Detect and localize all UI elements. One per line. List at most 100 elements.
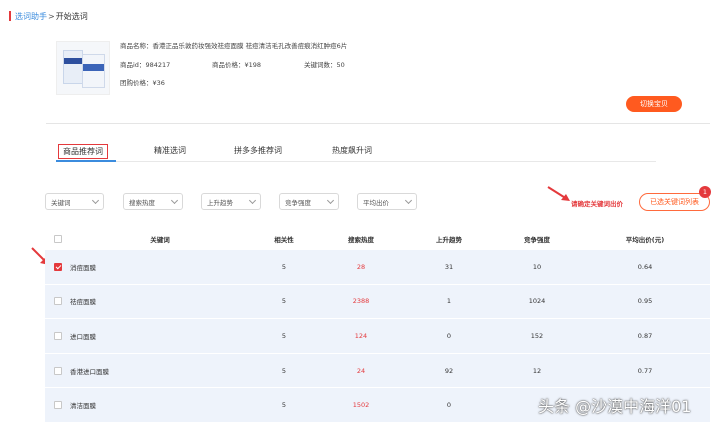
row-trend: 0 [446, 331, 452, 340]
product-package-image [63, 50, 83, 84]
header-trend: 上升趋势 [436, 236, 462, 244]
chevron-down-icon [170, 196, 179, 204]
breadcrumb: 选词助手 > 开始选词 [9, 10, 88, 22]
tab-pinduoduo-recommended[interactable]: 拼多多推荐词 [234, 145, 282, 156]
table-row[interactable]: 进口面膜 5 124 0 152 0.87 [45, 319, 710, 354]
header-avg-bid: 平均出价(元) [625, 236, 665, 244]
product-package-image-2 [82, 54, 105, 88]
row-keyword: 消痘面膜 [70, 263, 96, 272]
header-keyword: 关键词 [150, 236, 170, 244]
switch-product-button[interactable]: 切换宝贝 [626, 96, 682, 112]
group-price: ¥36 [152, 79, 165, 87]
row-check-cell [54, 319, 64, 353]
header-relevance: 相关性 [274, 236, 294, 244]
filter-keyword-dropdown[interactable]: 关键词 [45, 193, 104, 210]
package-band [64, 58, 82, 64]
product-price: 商品价格：¥198 [212, 60, 304, 69]
product-id-value: 984217 [145, 60, 171, 69]
row-search-heat: 24 [356, 366, 366, 375]
breadcrumb-separator: > [48, 11, 55, 21]
breadcrumb-marker [9, 11, 11, 21]
header-competition: 竞争强度 [524, 236, 550, 244]
filter-competition-label: 竞争强度 [285, 198, 311, 207]
divider [46, 123, 710, 124]
row-checkbox[interactable] [54, 401, 62, 410]
row-search-heat: 2388 [352, 297, 370, 306]
tab-active-underline [56, 160, 116, 162]
row-keyword: 清洁面膜 [70, 402, 96, 411]
chevron-down-icon [326, 196, 335, 204]
row-checkbox[interactable] [54, 262, 62, 271]
row-competition: 1024 [528, 297, 546, 306]
filter-keyword-label: 关键词 [51, 198, 71, 207]
product-price-value: ¥198 [244, 60, 262, 69]
tab-trending[interactable]: 热度飙升词 [332, 145, 372, 156]
selected-count-badge: 1 [699, 186, 711, 198]
row-keyword: 祛痘面膜 [70, 298, 96, 307]
row-check-cell [54, 285, 64, 319]
header-search-heat: 搜索热度 [348, 236, 374, 244]
product-id-label: 商品id： [120, 60, 146, 69]
table-header: 关键词 相关性 搜索热度 上升趋势 竞争强度 平均出价(元) [45, 228, 710, 250]
row-trend: 0 [446, 401, 452, 410]
tab-baseline [56, 161, 656, 162]
table-row[interactable]: 祛痘面膜 5 2388 1 1024 0.95 [45, 284, 710, 320]
row-search-heat: 1502 [352, 401, 370, 410]
select-all-checkbox[interactable] [54, 235, 62, 243]
filter-search-heat-dropdown[interactable]: 搜索热度 [123, 193, 183, 210]
filter-competition-dropdown[interactable]: 竞争强度 [279, 193, 339, 210]
row-relevance: 5 [281, 401, 287, 410]
filter-search-heat-label: 搜索热度 [129, 198, 155, 207]
product-details: 商品名称： 香港正品乐敦药妆强效祛痘面膜 祛痘清洁毛孔改善痘痕消红肿痘6片 商品… [120, 43, 347, 99]
row-checkbox[interactable] [54, 366, 62, 375]
product-id: 商品id：984217 [120, 60, 212, 69]
row-trend: 92 [444, 366, 454, 375]
watermark: 头条 @沙漠中海洋01 [538, 397, 692, 416]
product-thumbnail [56, 41, 110, 95]
row-checkbox[interactable] [54, 297, 62, 306]
tab-product-recommended[interactable]: 商品推荐词 [58, 144, 108, 159]
breadcrumb-current: 开始选词 [55, 11, 88, 21]
filter-avg-bid-label: 平均出价 [363, 198, 389, 207]
filter-avg-bid-dropdown[interactable]: 平均出价 [357, 193, 417, 210]
row-trend: 1 [446, 297, 452, 306]
filter-trend-dropdown[interactable]: 上升趋势 [201, 193, 261, 210]
row-relevance: 5 [281, 366, 287, 375]
row-relevance: 5 [281, 262, 287, 271]
keyword-count-label: 关键词数： [304, 60, 337, 69]
chevron-down-icon [248, 196, 257, 204]
table-row[interactable]: 消痘面膜 5 28 31 10 0.64 [45, 250, 710, 285]
row-trend: 31 [444, 262, 454, 271]
chevron-down-icon [91, 196, 100, 204]
product-name: 香港正品乐敦药妆强效祛痘面膜 祛痘清洁毛孔改善痘痕消红肿痘6片 [152, 42, 348, 50]
product-name-label: 商品名称： [120, 42, 153, 50]
row-avg-bid: 0.64 [637, 262, 653, 271]
row-relevance: 5 [281, 297, 287, 306]
filter-trend-label: 上升趋势 [207, 198, 233, 207]
row-check-cell [54, 354, 64, 388]
breadcrumb-root-link[interactable]: 选词助手 [15, 11, 47, 22]
header-check-cell [54, 228, 64, 250]
keyword-count-value: 50 [336, 60, 345, 69]
row-check-cell [54, 250, 64, 284]
row-avg-bid: 0.87 [637, 331, 653, 340]
row-keyword: 进口面膜 [70, 332, 96, 341]
keyword-count: 关键词数：50 [304, 60, 345, 69]
table-row[interactable]: 香港进口面膜 5 24 92 12 0.77 [45, 353, 710, 389]
row-competition: 12 [532, 366, 542, 375]
product-info: 商品名称： 香港正品乐敦药妆强效祛痘面膜 祛痘清洁毛孔改善痘痕消红肿痘6片 商品… [56, 41, 686, 111]
row-competition: 152 [530, 331, 544, 340]
row-search-heat: 124 [354, 331, 368, 340]
row-checkbox[interactable] [54, 331, 62, 340]
chevron-down-icon [404, 196, 413, 204]
row-avg-bid: 0.95 [637, 297, 653, 306]
package-band-2 [83, 64, 104, 71]
row-avg-bid: 0.77 [637, 366, 653, 375]
tab-bar: 商品推荐词 精准选词 拼多多推荐词 热度飙升词 [56, 144, 712, 165]
tab-precise-selection[interactable]: 精准选词 [154, 145, 186, 156]
product-price-label: 商品价格： [212, 60, 245, 69]
row-keyword: 香港进口面膜 [70, 367, 109, 376]
group-price-label: 团购价格： [120, 79, 153, 87]
row-competition: 10 [532, 262, 542, 271]
row-check-cell [54, 388, 64, 422]
